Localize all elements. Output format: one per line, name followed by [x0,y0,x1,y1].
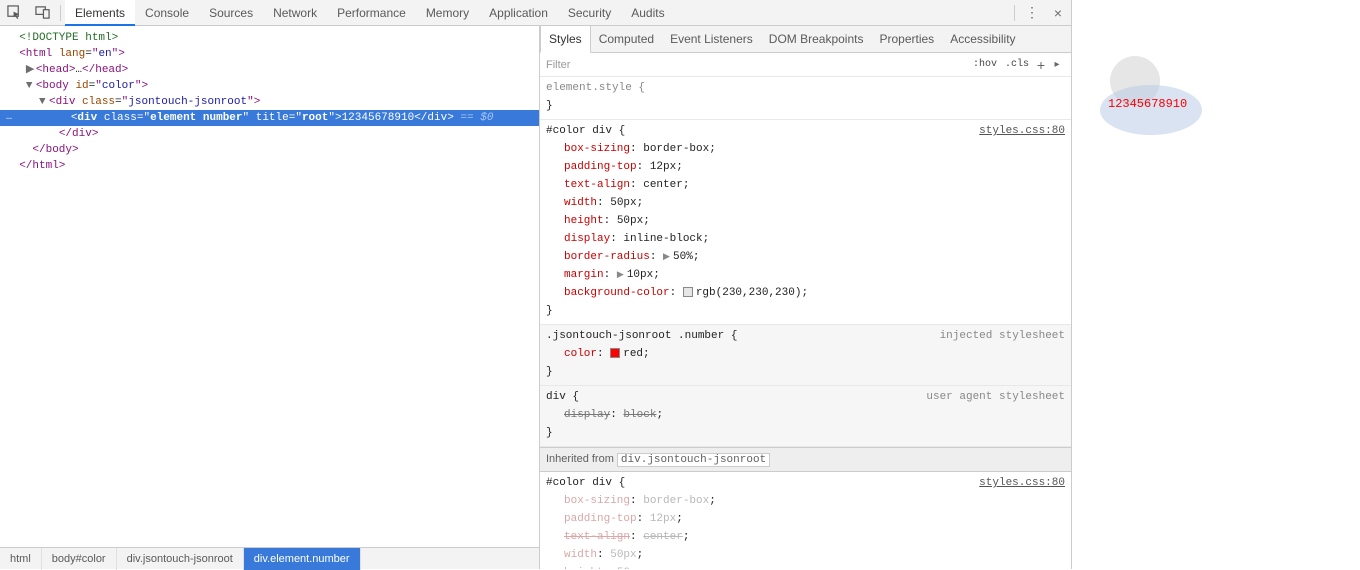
dom-selected-row[interactable]: … <div class="element number" title="roo… [0,110,539,126]
rule-origin[interactable]: styles.css:80 [979,122,1065,140]
main-split: <!DOCTYPE html> <html lang="en"> ▶<head>… [0,26,1071,569]
tab-audits[interactable]: Audits [621,0,674,26]
styles-tab-styles[interactable]: Styles [540,26,591,53]
filter-row: Filter :hov .cls + ▸ [540,53,1071,77]
crumb[interactable]: div.element.number [244,548,361,570]
rule-origin[interactable]: styles.css:80 [979,474,1065,492]
crumb[interactable]: html [0,548,42,570]
toolbar-separator [1014,5,1015,21]
tab-sources[interactable]: Sources [199,0,263,26]
tab-elements[interactable]: Elements [65,0,135,26]
styles-tabs: StylesComputedEvent ListenersDOM Breakpo… [540,26,1071,53]
preview-number: 12345678910 [1108,97,1187,111]
new-rule-icon[interactable]: + [1033,57,1049,73]
css-rule[interactable]: element.style {} [540,77,1071,120]
hov-toggle[interactable]: :hov [973,59,997,70]
inherited-header: Inherited from div.jsontouch-jsonroot [540,447,1071,472]
settings-icon[interactable]: ▸ [1049,59,1065,70]
toolbar-separator [60,5,61,21]
styles-tab-event-listeners[interactable]: Event Listeners [662,26,761,53]
styles-pane: StylesComputedEvent ListenersDOM Breakpo… [540,26,1071,569]
elements-pane: <!DOCTYPE html> <html lang="en"> ▶<head>… [0,26,540,569]
main-toolbar: ElementsConsoleSourcesNetworkPerformance… [0,0,1071,26]
inherited-node[interactable]: div.jsontouch-jsonroot [617,453,770,467]
styles-tab-computed[interactable]: Computed [591,26,662,53]
crumb[interactable]: div.jsontouch-jsonroot [117,548,244,570]
css-rule[interactable]: styles.css:80#color div {box-sizing: bor… [540,472,1071,569]
tab-security[interactable]: Security [558,0,621,26]
devtools-app: ElementsConsoleSourcesNetworkPerformance… [0,0,1360,569]
rule-origin: user agent stylesheet [926,388,1065,406]
styles-tab-accessibility[interactable]: Accessibility [942,26,1023,53]
css-rule[interactable]: styles.css:80#color div {box-sizing: bor… [540,120,1071,325]
page-preview: 12345678910 [1072,0,1360,569]
rule-origin: injected stylesheet [940,327,1065,345]
css-rule[interactable]: injected stylesheet.jsontouch-jsonroot .… [540,325,1071,386]
tab-network[interactable]: Network [263,0,327,26]
styles-tab-properties[interactable]: Properties [871,26,942,53]
css-rule[interactable]: user agent stylesheetdiv {display: block… [540,386,1071,447]
more-icon[interactable]: ⋮ [1019,4,1045,21]
crumb[interactable]: body#color [42,548,117,570]
cls-toggle[interactable]: .cls [1005,59,1029,70]
tab-console[interactable]: Console [135,0,199,26]
css-rules[interactable]: element.style {}styles.css:80#color div … [540,77,1071,569]
styles-tab-dom-breakpoints[interactable]: DOM Breakpoints [761,26,872,53]
tab-application[interactable]: Application [479,0,558,26]
devtools-panel: ElementsConsoleSourcesNetworkPerformance… [0,0,1072,569]
tab-memory[interactable]: Memory [416,0,479,26]
inspect-icon[interactable] [0,0,28,26]
tab-performance[interactable]: Performance [327,0,416,26]
main-tabs: ElementsConsoleSourcesNetworkPerformance… [65,0,675,26]
breadcrumb: htmlbody#colordiv.jsontouch-jsonrootdiv.… [0,547,539,569]
close-icon[interactable]: × [1045,5,1071,21]
dom-tree[interactable]: <!DOCTYPE html> <html lang="en"> ▶<head>… [0,26,539,547]
device-toggle-icon[interactable] [28,0,56,26]
filter-input[interactable]: Filter [546,59,969,71]
